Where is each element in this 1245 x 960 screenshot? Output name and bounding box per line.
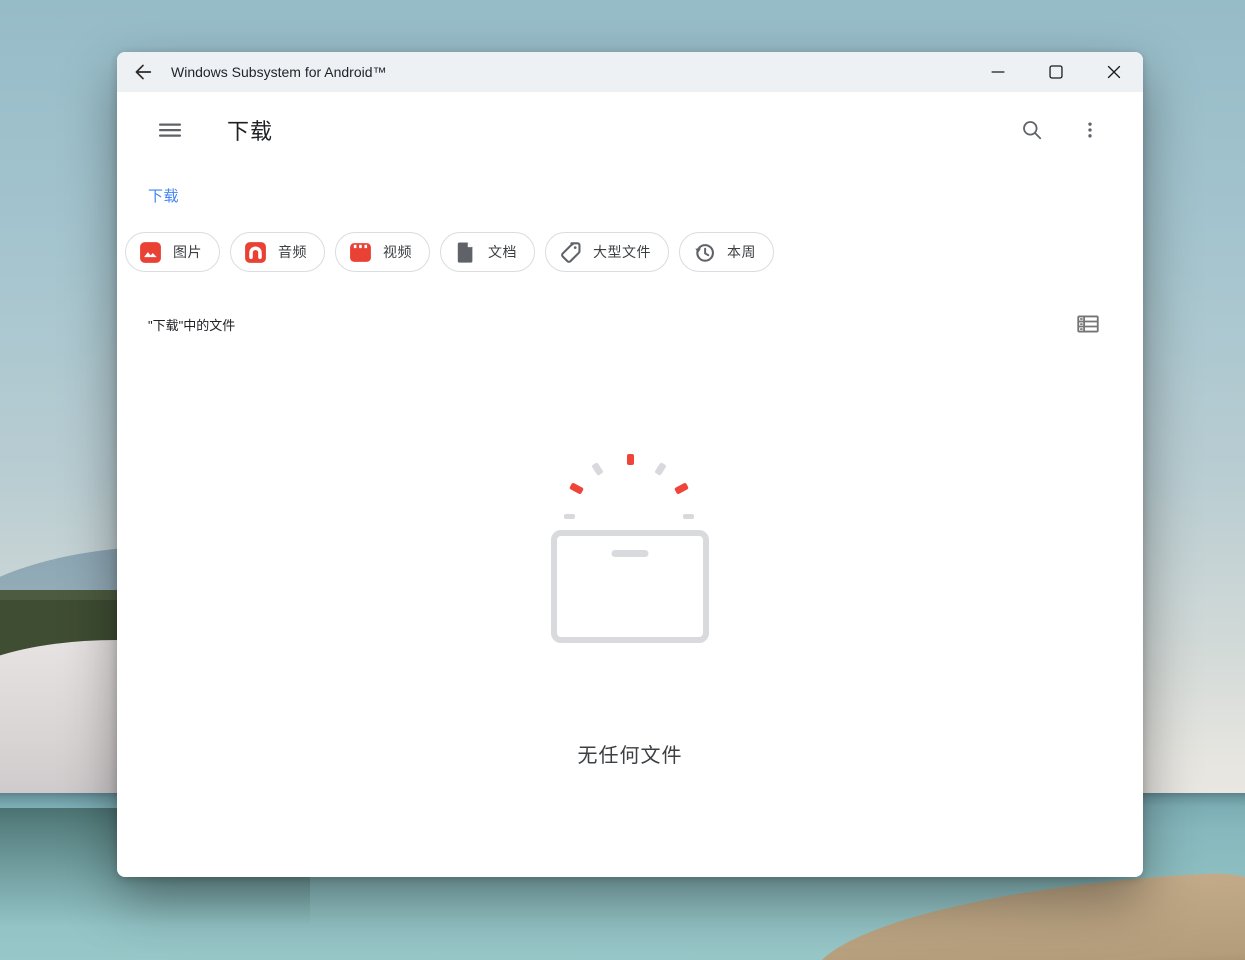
list-view-icon xyxy=(1075,311,1101,337)
chip-label: 音频 xyxy=(278,242,307,262)
breadcrumb: 下载 xyxy=(117,180,1143,210)
section-label: "下载"中的文件 xyxy=(148,315,235,334)
chip-label: 本周 xyxy=(727,242,756,262)
chip-label: 图片 xyxy=(173,242,202,262)
overflow-menu-button[interactable] xyxy=(1073,113,1107,147)
menu-button[interactable] xyxy=(153,113,187,147)
back-arrow-icon xyxy=(132,61,154,83)
window-controls xyxy=(969,52,1143,92)
empty-box-illustration xyxy=(551,530,709,643)
video-icon xyxy=(347,239,373,265)
breadcrumb-downloads[interactable]: 下载 xyxy=(148,185,179,206)
search-icon xyxy=(1020,118,1044,142)
document-icon xyxy=(452,239,478,265)
empty-state-rays-illustration xyxy=(562,450,698,522)
maximize-icon xyxy=(1045,61,1067,83)
chip-label: 文档 xyxy=(488,242,517,262)
files-section-header: "下载"中的文件 xyxy=(117,309,1143,339)
page-title: 下载 xyxy=(227,114,273,146)
close-icon xyxy=(1103,61,1125,83)
app-toolbar: 下载 xyxy=(117,92,1143,168)
close-button[interactable] xyxy=(1085,52,1143,92)
filter-chip-this-week[interactable]: 本周 xyxy=(679,232,774,272)
history-icon xyxy=(691,239,717,265)
minimize-button[interactable] xyxy=(969,52,1027,92)
menu-icon xyxy=(158,118,182,142)
filter-chip-row: 图片 音频 视频 文档 大型文件 本周 xyxy=(117,232,1143,272)
empty-message: 无任何文件 xyxy=(578,739,683,768)
filter-chip-large-files[interactable]: 大型文件 xyxy=(545,232,669,272)
chip-label: 大型文件 xyxy=(593,242,651,262)
wsa-window: Windows Subsystem for Android™ 下载 下载 xyxy=(117,52,1143,877)
chip-label: 视频 xyxy=(383,242,412,262)
image-icon xyxy=(137,239,163,265)
minimize-icon xyxy=(987,61,1009,83)
audio-icon xyxy=(242,239,268,265)
window-titlebar: Windows Subsystem for Android™ xyxy=(117,52,1143,92)
filter-chip-documents[interactable]: 文档 xyxy=(440,232,535,272)
maximize-button[interactable] xyxy=(1027,52,1085,92)
list-view-toggle-button[interactable] xyxy=(1073,309,1103,339)
titlebar-back-button[interactable] xyxy=(123,52,163,92)
more-vert-icon xyxy=(1080,120,1100,140)
window-title: Windows Subsystem for Android™ xyxy=(171,64,387,80)
empty-box-dash xyxy=(612,550,649,557)
empty-state: 无任何文件 xyxy=(551,450,709,768)
filter-chip-images[interactable]: 图片 xyxy=(125,232,220,272)
tag-icon xyxy=(557,239,583,265)
filter-chip-audio[interactable]: 音频 xyxy=(230,232,325,272)
filter-chip-videos[interactable]: 视频 xyxy=(335,232,430,272)
search-button[interactable] xyxy=(1015,113,1049,147)
